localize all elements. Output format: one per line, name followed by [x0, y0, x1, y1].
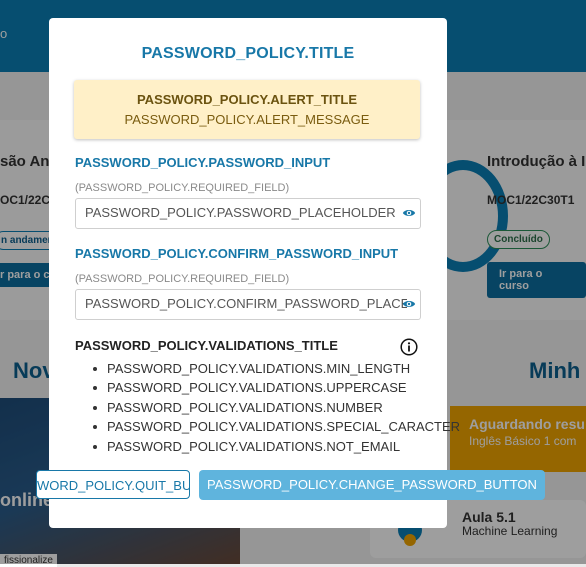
validations-list: PASSWORD_POLICY.VALIDATIONS.MIN_LENGTH P…	[89, 359, 460, 456]
alert-message: PASSWORD_POLICY.ALERT_MESSAGE	[124, 112, 370, 127]
password-label: PASSWORD_POLICY.PASSWORD_INPUT	[75, 155, 331, 170]
list-item: PASSWORD_POLICY.VALIDATIONS.UPPERCASE	[89, 378, 460, 397]
list-item: PASSWORD_POLICY.VALIDATIONS.MIN_LENGTH	[89, 359, 460, 378]
list-item: PASSWORD_POLICY.VALIDATIONS.NOT_EMAIL	[89, 437, 460, 456]
info-icon[interactable]	[400, 338, 418, 356]
password-policy-modal: PASSWORD_POLICY.TITLE PASSWORD_POLICY.AL…	[36, 18, 545, 528]
list-item: PASSWORD_POLICY.VALIDATIONS.NUMBER	[89, 398, 460, 417]
confirm-password-required-hint: (PASSWORD_POLICY.REQUIRED_FIELD)	[75, 273, 290, 285]
alert-title: PASSWORD_POLICY.ALERT_TITLE	[136, 92, 358, 107]
alert-box: PASSWORD_POLICY.ALERT_TITLE PASSWORD_POL…	[74, 80, 420, 139]
eye-icon[interactable]	[402, 206, 416, 220]
confirm-password-input[interactable]	[76, 290, 407, 317]
list-item: PASSWORD_POLICY.VALIDATIONS.SPECIAL_CARA…	[89, 417, 460, 436]
change-password-button[interactable]: PASSWORD_POLICY.CHANGE_PASSWORD_BUTTON	[199, 470, 545, 500]
eye-icon[interactable]	[402, 297, 416, 311]
password-input[interactable]	[76, 199, 407, 226]
quit-button[interactable]: WORD_POLICY.QUIT_BUTTON	[36, 470, 190, 499]
validations-title: PASSWORD_POLICY.VALIDATIONS_TITLE	[75, 338, 338, 353]
password-field	[75, 198, 421, 229]
password-required-hint: (PASSWORD_POLICY.REQUIRED_FIELD)	[75, 182, 290, 194]
confirm-password-label: PASSWORD_POLICY.CONFIRM_PASSWORD_INPUT	[75, 246, 399, 261]
modal-title: PASSWORD_POLICY.TITLE	[141, 45, 355, 62]
confirm-password-field	[75, 289, 421, 320]
